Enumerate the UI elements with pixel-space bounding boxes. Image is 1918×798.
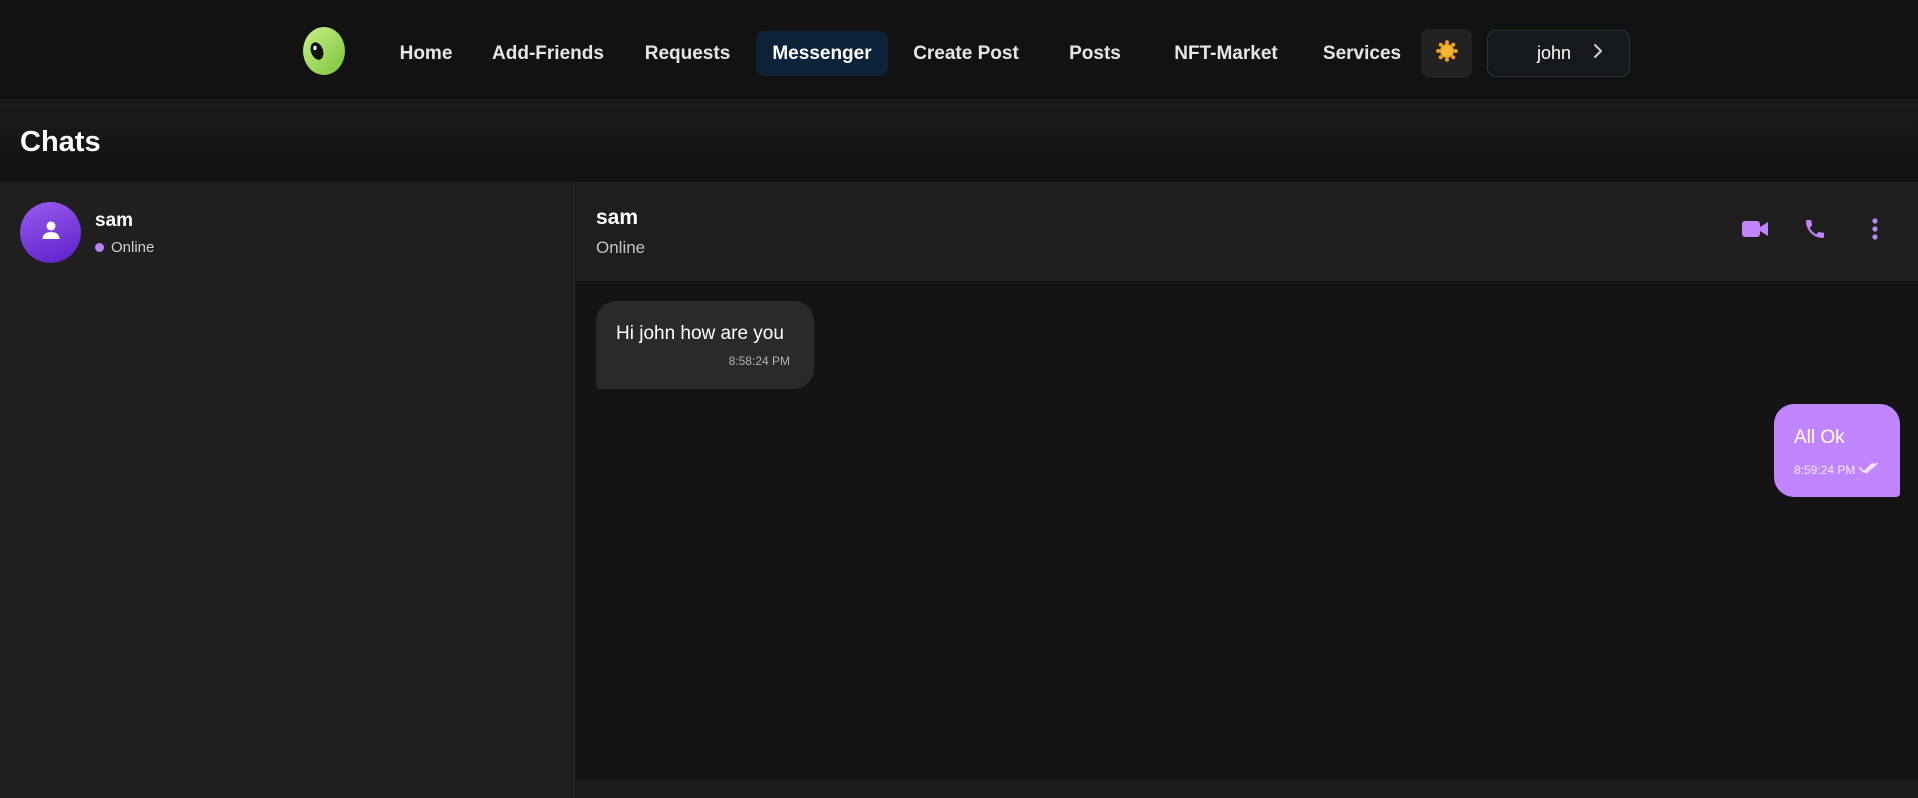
contact-item-sam[interactable]: sam Online: [0, 182, 574, 283]
video-call-button[interactable]: [1738, 214, 1772, 248]
page-title: Chats: [20, 126, 101, 158]
nav-services[interactable]: Services: [1316, 31, 1408, 76]
nav-requests[interactable]: Requests: [637, 31, 738, 76]
nav-posts[interactable]: Posts: [1053, 31, 1137, 76]
nav-nft-market[interactable]: NFT-Market: [1164, 31, 1288, 76]
avatar: [20, 202, 81, 263]
alien-logo-icon[interactable]: [301, 27, 347, 78]
outgoing-message: All Ok 8:59:24 PM: [1774, 404, 1900, 497]
online-status-dot: [95, 243, 104, 252]
video-camera-icon: [1741, 219, 1769, 244]
phone-icon: [1803, 217, 1827, 246]
message-input-area[interactable]: [576, 781, 1918, 798]
incoming-message: Hi john how are you 8:58:24 PM: [596, 301, 814, 389]
more-options-button[interactable]: [1858, 214, 1892, 248]
chat-header: sam Online: [576, 182, 1918, 281]
nav-messenger[interactable]: Messenger: [756, 31, 888, 76]
theme-toggle-button[interactable]: [1421, 29, 1472, 78]
user-icon: [39, 218, 63, 247]
nav-home[interactable]: Home: [380, 31, 472, 76]
chat-contact-name: sam: [596, 206, 639, 229]
contacts-sidebar: sam Online: [0, 182, 575, 798]
more-vertical-icon: [1871, 217, 1879, 246]
contact-name: sam: [95, 210, 134, 231]
contact-status-text: Online: [111, 239, 155, 256]
nav-create-post[interactable]: Create Post: [906, 31, 1026, 76]
voice-call-button[interactable]: [1798, 214, 1832, 248]
message-time: 8:58:24 PM: [728, 354, 790, 368]
chats-header: [0, 102, 1918, 182]
message-text: Hi john how are you: [616, 323, 784, 344]
contact-status: Online: [95, 239, 154, 256]
user-menu-button[interactable]: john: [1487, 30, 1630, 77]
message-meta: 8:59:24 PM: [1794, 461, 1879, 479]
user-name: john: [1536, 43, 1571, 63]
double-check-icon: [1859, 461, 1879, 479]
sun-icon: [1435, 39, 1459, 68]
message-time: 8:59:24 PM: [1794, 463, 1856, 477]
message-list: Hi john how are you 8:58:24 PM All Ok 8:…: [576, 281, 1918, 781]
message-text: All Ok: [1794, 427, 1845, 448]
chevron-right-icon: [1593, 43, 1603, 64]
nav-add-friends[interactable]: Add-Friends: [488, 31, 608, 76]
top-navbar: Home Add-Friends Requests Messenger Crea…: [0, 0, 1918, 101]
chat-contact-status: Online: [596, 238, 646, 257]
